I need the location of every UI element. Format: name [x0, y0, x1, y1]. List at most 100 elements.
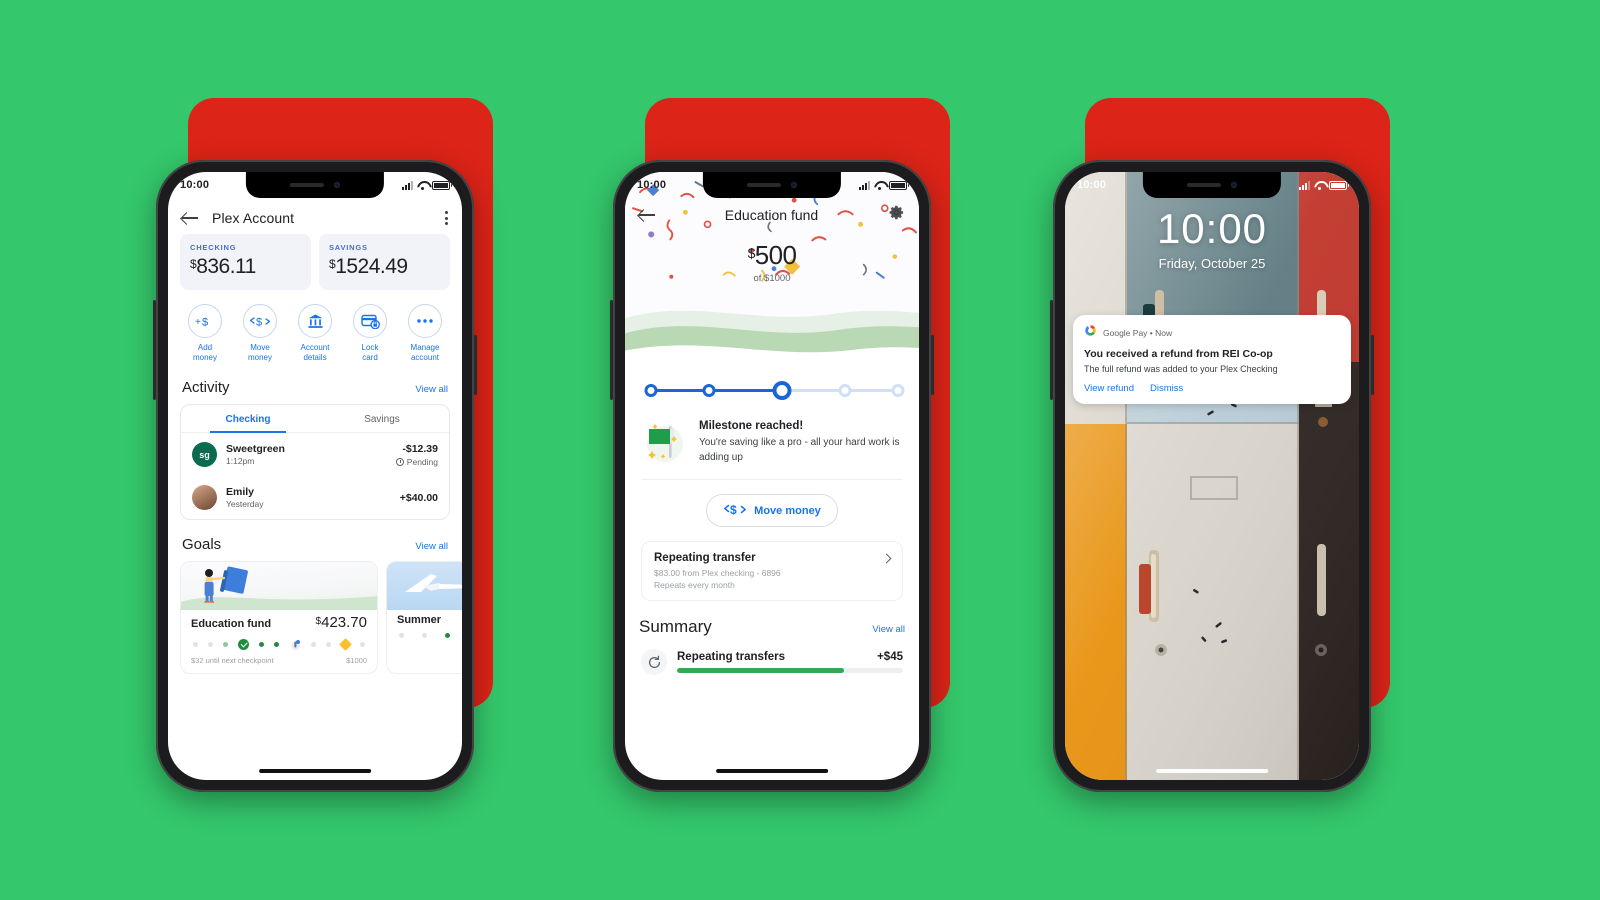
activity-view-all-link[interactable]: View all	[415, 384, 448, 395]
action-account-details[interactable]: Account details	[291, 304, 339, 363]
track-node-current[interactable]	[772, 381, 792, 400]
transaction-merchant: Emily	[226, 486, 255, 498]
action-label: Account details	[300, 343, 330, 362]
status-indicators	[1299, 180, 1349, 190]
transaction-info: Emily Yesterday	[226, 486, 391, 509]
bank-icon	[298, 304, 332, 338]
transaction-row[interactable]: Emily Yesterday +$40.00	[181, 476, 449, 519]
notch	[245, 172, 385, 198]
balance-amount: $1524.49	[329, 255, 440, 279]
view-refund-button[interactable]: View refund	[1084, 383, 1134, 394]
balance-card-savings[interactable]: SAVINGS $1524.49	[319, 234, 450, 290]
svg-text:$: $	[256, 317, 262, 329]
milestone-card: Milestone reached! You're saving like a …	[625, 406, 919, 475]
track-node[interactable]	[838, 384, 852, 397]
summary-row-amount: +$45	[877, 651, 903, 663]
activity-tabs: Checking Savings	[181, 405, 449, 433]
goal-body: Summer	[387, 610, 462, 652]
summary-view-all-link[interactable]: View all	[872, 624, 905, 635]
milestone-body: You're saving like a pro - all your hard…	[699, 437, 900, 463]
repeating-transfer-header: Repeating transfer	[654, 552, 892, 564]
track-node[interactable]	[702, 384, 716, 397]
goal-progress-dots	[193, 637, 365, 651]
goal-card-summer[interactable]: Summer	[386, 561, 462, 674]
balance-card-checking[interactable]: CHECKING $836.11	[180, 234, 311, 290]
summary-row-name: Repeating transfers	[677, 651, 786, 663]
chevron-right-icon[interactable]	[881, 553, 892, 563]
move-money-label: Move money	[754, 504, 821, 517]
track-fill	[645, 389, 787, 392]
gear-icon[interactable]	[888, 204, 905, 226]
notification-header: Google Pay • Now	[1084, 324, 1340, 342]
goals-header: Goals View all	[168, 520, 462, 561]
balance-label: SAVINGS	[329, 243, 368, 252]
currency-symbol: $	[747, 245, 756, 261]
notification-card[interactable]: Google Pay • Now You received a refund f…	[1073, 315, 1351, 405]
goal-star-icon	[338, 637, 352, 651]
section-divider	[641, 479, 903, 480]
move-money-icon: $	[243, 304, 277, 338]
goal-title-row: Education fund $423.70	[191, 614, 367, 631]
dismiss-button[interactable]: Dismiss	[1150, 383, 1183, 394]
amount-value: 836.11	[196, 255, 256, 278]
track-node[interactable]	[644, 384, 658, 397]
activity-heading: Activity	[182, 379, 230, 396]
status-indicators	[402, 180, 452, 190]
repeating-transfer-card[interactable]: Repeating transfer $83.00 from Plex chec…	[641, 541, 903, 601]
back-icon[interactable]	[639, 208, 655, 222]
summary-progress-bar	[677, 668, 903, 673]
transaction-info: Sweetgreen 1:12pm	[226, 443, 387, 466]
balance-amount: $836.11	[190, 255, 301, 279]
notification-body: The full refund was added to your Plex C…	[1084, 364, 1278, 374]
action-add-money[interactable]: + $ Add money	[181, 304, 229, 363]
balance-cards: CHECKING $836.11 SAVINGS $1524.49	[168, 232, 462, 290]
home-indicator	[716, 769, 828, 773]
goal-progress-track[interactable]	[641, 376, 905, 406]
activity-header: Activity View all	[168, 363, 462, 404]
status-indicators	[859, 180, 909, 190]
status-time: 10:00	[637, 179, 667, 191]
move-money-button[interactable]: $ Move money	[706, 494, 838, 527]
transaction-time: Yesterday	[226, 499, 264, 509]
back-icon[interactable]	[182, 211, 198, 225]
goals-heading: Goals	[182, 536, 222, 553]
phone-mock-2: 10:00 Education fund $500 of $1000 Miles…	[610, 160, 934, 792]
goals-carousel[interactable]: Education fund $423.70 $32 until next ch…	[168, 561, 462, 674]
tab-checking[interactable]: Checking	[181, 405, 315, 433]
kebab-menu-icon[interactable]	[445, 211, 448, 225]
track-node[interactable]	[891, 384, 905, 397]
summary-row-top: Repeating transfers +$45	[677, 651, 903, 663]
lockscreen-clock: 10:00 Friday, October 25	[1065, 208, 1359, 272]
home-indicator	[259, 769, 371, 773]
action-manage-account[interactable]: Manage account	[401, 304, 449, 363]
quick-actions: + $ Add money $ Move money Account details	[168, 290, 462, 363]
progress-dot	[325, 641, 331, 647]
svg-text:+: +	[195, 317, 201, 328]
transaction-amount-block: -$12.39 Pending	[395, 443, 438, 467]
milestone-text: Milestone reached! You're saving like a …	[699, 420, 903, 465]
goal-body: Education fund $423.70 $32 until next ch…	[181, 610, 377, 673]
goals-view-all-link[interactable]: View all	[415, 541, 448, 552]
goal-footer: $32 until next checkpoint $1000	[191, 656, 367, 665]
summary-row[interactable]: Repeating transfers +$45	[625, 645, 919, 675]
goal-target-label: of $1000	[753, 273, 791, 284]
goal-title-row: Summer	[397, 614, 462, 626]
avatar	[192, 485, 217, 510]
progress-dot	[445, 633, 450, 638]
transaction-row[interactable]: sg Sweetgreen 1:12pm -$12.39 Pending	[181, 433, 449, 476]
lock-card-icon	[353, 304, 387, 338]
phone1-screen: 10:00 Plex Account CHECKING $836.11 SAVI…	[168, 172, 462, 780]
action-lock-card[interactable]: Lock card	[346, 304, 394, 363]
notification-title: You received a refund from REI Co-op	[1084, 348, 1273, 360]
goal-amount: $423.70	[315, 614, 367, 631]
clock-icon	[395, 457, 404, 466]
tab-savings[interactable]: Savings	[315, 405, 449, 432]
progress-dot	[193, 641, 198, 647]
svg-text:$: $	[730, 503, 737, 516]
goal-card-education[interactable]: Education fund $423.70 $32 until next ch…	[180, 561, 378, 674]
action-move-money[interactable]: $ Move money	[236, 304, 284, 363]
repeating-transfer-title: Repeating transfer	[654, 552, 756, 564]
progress-dot	[223, 641, 229, 647]
repeat-icon	[641, 649, 667, 675]
wifi-icon	[874, 181, 885, 190]
